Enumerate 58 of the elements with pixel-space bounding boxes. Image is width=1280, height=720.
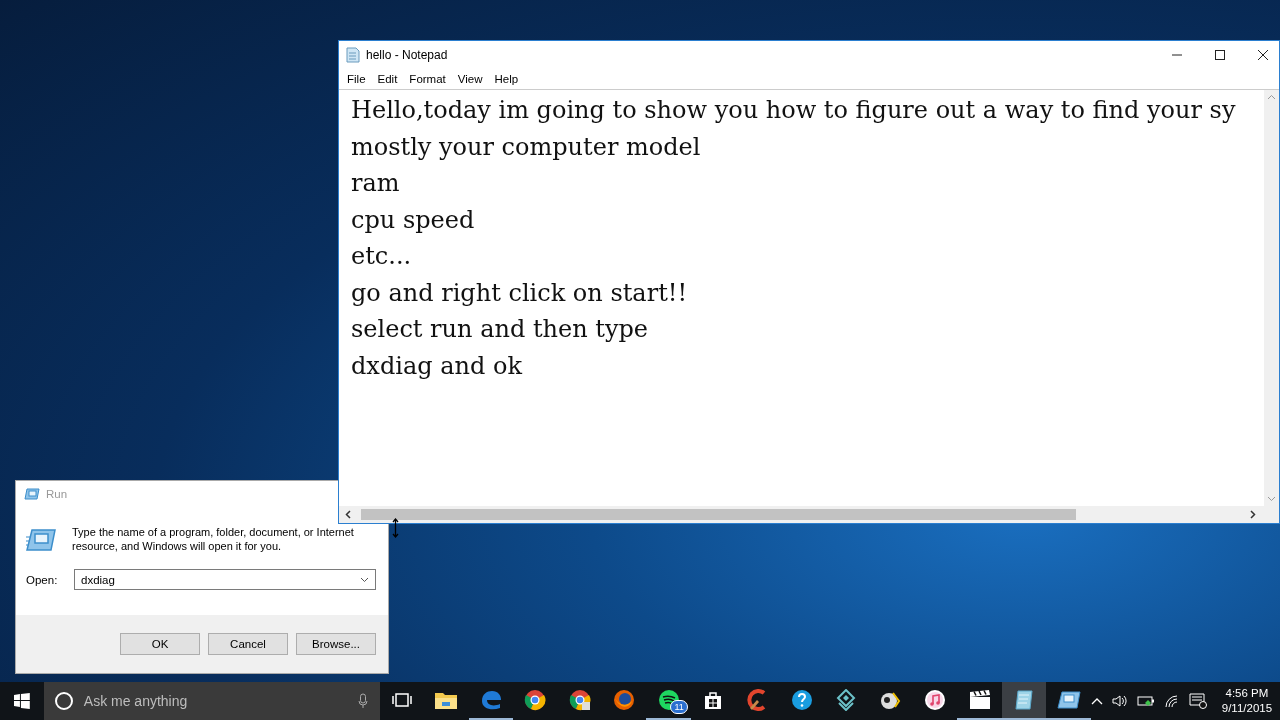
dialog-description: Type the name of a program, folder, document, or Internet resource, and Windows will open it for you. xyxy=(72,525,355,553)
text-line: select run and then type xyxy=(351,314,650,345)
store-icon[interactable] xyxy=(703,690,724,710)
text-line: ram xyxy=(351,168,401,199)
run-icon xyxy=(26,529,56,551)
notepad-icon[interactable] xyxy=(1013,689,1036,711)
clapperboard-icon[interactable] xyxy=(968,690,991,710)
scroll-right-icon[interactable] xyxy=(1250,510,1256,519)
text-line: etc... xyxy=(351,241,413,272)
run-icon[interactable] xyxy=(1056,691,1081,709)
dropdown-icon[interactable] xyxy=(360,576,369,583)
menu-item[interactable]: Format xyxy=(403,73,452,85)
window-title: hello - Notepad xyxy=(366,48,448,62)
folder-icon[interactable] xyxy=(434,690,459,710)
text-line: cpu speed xyxy=(351,204,476,236)
search-box[interactable]: Ask me anything xyxy=(43,682,380,720)
edge-icon[interactable] xyxy=(479,689,502,711)
windows-start-icon[interactable] xyxy=(14,693,30,709)
chrome-icon[interactable] xyxy=(524,689,547,711)
text-line: dxdiag and ok xyxy=(351,350,524,382)
chevron-up-icon[interactable] xyxy=(1090,697,1103,705)
menu-item[interactable]: Help xyxy=(488,73,525,85)
open-label: Open: xyxy=(26,573,59,586)
open-field[interactable]: dxdiag xyxy=(74,569,376,590)
text-line: go and right click on start!! xyxy=(351,277,689,309)
notifications-icon[interactable] xyxy=(1188,693,1207,709)
speaker-icon[interactable] xyxy=(1111,694,1128,708)
music-icon[interactable] xyxy=(924,689,947,711)
firefox-icon[interactable] xyxy=(613,689,636,711)
dialog-title: Run xyxy=(46,488,68,500)
dialog-button[interactable]: Browse... xyxy=(296,633,376,655)
battery-icon[interactable] xyxy=(1136,694,1155,708)
taskbar-app[interactable] xyxy=(1001,682,1047,720)
text-line: Hello,today im going to show you how to figure out a way to find your sy xyxy=(351,95,1237,126)
clock-time[interactable]: 4:56 PM xyxy=(1225,686,1269,701)
taskbar-app[interactable]: 11 xyxy=(646,682,691,720)
scroll-left-icon[interactable] xyxy=(345,510,351,519)
scroll-thumb[interactable] xyxy=(361,509,1076,520)
dialog-button[interactable]: Cancel xyxy=(208,633,288,655)
menu-item[interactable]: Edit xyxy=(371,73,404,85)
dialog-button[interactable]: OK xyxy=(120,633,200,655)
notepad-icon xyxy=(346,47,360,63)
cortana-icon[interactable] xyxy=(53,691,74,711)
help-icon[interactable] xyxy=(790,689,813,711)
task-view-icon[interactable] xyxy=(392,693,412,707)
resize-cursor-icon xyxy=(392,518,399,538)
text-line: mostly your computer model xyxy=(351,131,702,163)
wifi-icon[interactable] xyxy=(1163,694,1180,708)
notification-badge: 11 xyxy=(670,700,688,714)
close-icon[interactable] xyxy=(1257,49,1269,61)
run-icon xyxy=(24,488,40,500)
menu-item[interactable]: File xyxy=(341,73,372,85)
menu-item[interactable]: View xyxy=(451,73,489,85)
clock-date[interactable]: 9/11/2015 xyxy=(1221,701,1273,716)
chrome-app-icon[interactable] xyxy=(568,689,591,711)
diamond-icon[interactable] xyxy=(836,689,857,711)
microphone-icon[interactable] xyxy=(357,693,368,709)
maximize-icon[interactable] xyxy=(1214,49,1226,61)
